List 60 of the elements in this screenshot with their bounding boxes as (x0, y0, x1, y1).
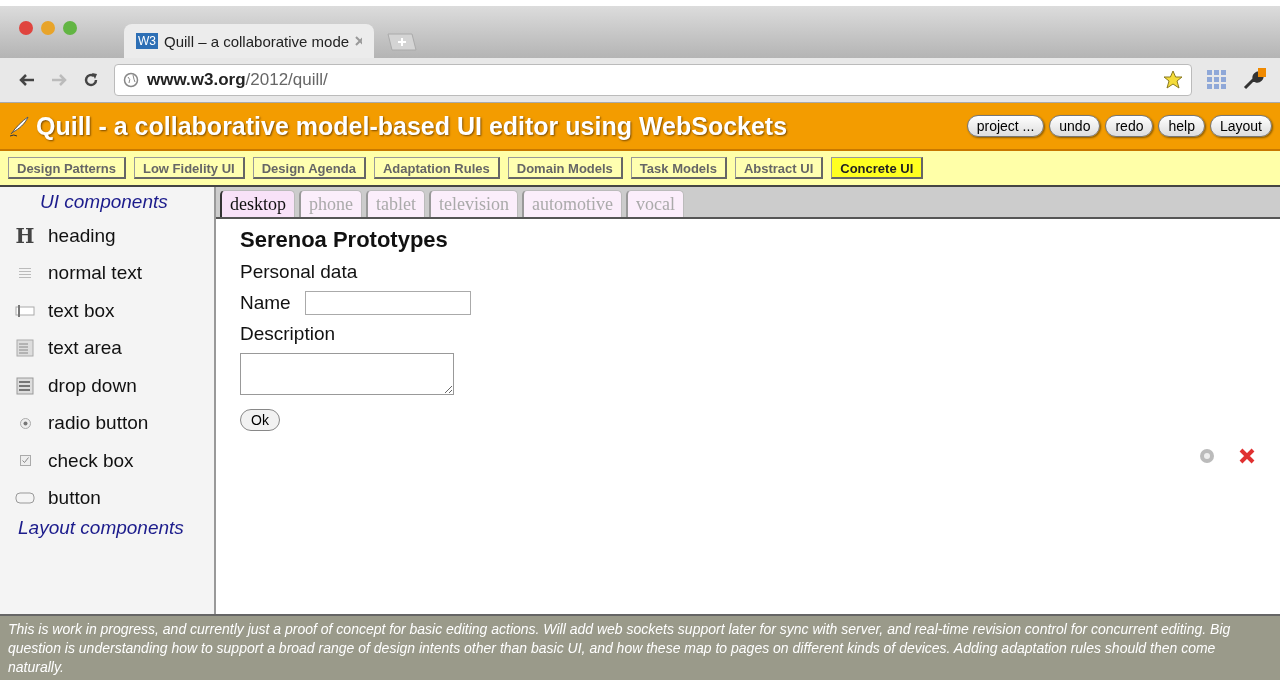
description-field[interactable] (240, 353, 454, 395)
gear-icon[interactable] (1198, 447, 1216, 465)
reload-icon[interactable] (82, 71, 100, 89)
prototype-heading: Serenoa Prototypes (240, 227, 448, 253)
text-box-icon (15, 303, 35, 318)
header-button[interactable]: help (1158, 115, 1205, 137)
nav-tab[interactable]: Concrete UI (831, 157, 924, 179)
checkbox-icon (19, 455, 31, 467)
component-item[interactable]: check box (48, 449, 134, 472)
address-bar[interactable]: www.w3.org/2012/quill/ (114, 64, 1192, 96)
component-item[interactable]: heading (48, 224, 116, 247)
component-item[interactable]: text box (48, 299, 115, 322)
nav-tab[interactable]: Design Agenda (252, 157, 366, 179)
nav-tab[interactable]: Domain Models (507, 157, 623, 179)
device-tab[interactable]: desktop (220, 190, 295, 217)
section-label: Personal data (240, 261, 358, 283)
header-button[interactable]: redo (1105, 115, 1154, 137)
name-field[interactable] (304, 291, 471, 315)
radio-icon (19, 417, 31, 429)
app-title: Quill - a collaborative model-based UI editor using WebSockets (36, 111, 789, 141)
component-item[interactable]: text area (48, 337, 122, 360)
tab-title: Quill – a collaborative mode (164, 32, 350, 50)
field-label: Name (240, 292, 291, 314)
sidebar-heading: UI components (39, 191, 169, 213)
field-label: Description (240, 323, 336, 345)
header-button[interactable]: project ... (966, 115, 1045, 137)
nav-tab[interactable]: Adaptation Rules (373, 157, 500, 179)
globe-icon (123, 72, 139, 88)
browser-tab[interactable]: W3 Quill – a collaborative mode (124, 24, 374, 58)
new-tab-icon[interactable] (384, 32, 418, 52)
drop-down-icon (16, 376, 34, 395)
text-area-icon (16, 339, 34, 358)
component-item[interactable]: normal text (48, 262, 142, 285)
heading-icon: H (15, 223, 35, 248)
favicon: W3 (136, 33, 158, 49)
close-window-icon[interactable] (18, 20, 34, 36)
minimize-window-icon[interactable] (40, 20, 56, 36)
quill-icon (8, 115, 30, 137)
component-item[interactable]: radio button (48, 412, 149, 435)
back-icon[interactable] (18, 72, 36, 88)
wrench-icon[interactable] (1242, 68, 1266, 92)
maximize-window-icon[interactable] (62, 20, 78, 36)
nav-tab[interactable]: Task Models (630, 157, 727, 179)
button-icon (15, 491, 35, 506)
apps-grid-icon[interactable] (1206, 69, 1228, 91)
ok-button[interactable]: Ok (240, 409, 280, 431)
forward-icon[interactable] (50, 72, 68, 88)
close-tab-icon[interactable] (355, 36, 362, 46)
star-icon[interactable] (1163, 70, 1183, 90)
nav-tab[interactable]: Abstract UI (734, 157, 824, 179)
sidebar-heading: Layout components (17, 517, 185, 539)
header-button[interactable]: Layout (1209, 115, 1272, 137)
header-button[interactable]: undo (1049, 115, 1101, 137)
nav-tab[interactable]: Design Patterns (8, 157, 126, 179)
nav-tab[interactable]: Low Fidelity UI (134, 157, 245, 179)
component-item[interactable]: button (48, 487, 101, 510)
delete-icon[interactable] (1238, 447, 1256, 465)
status-message: This is work in progress, and currently just a proof of concept for basic editing actions. Will add web sockets support later for sync with server, and real-time revision control for concurrent editing. Big question is understanding how to support a broad range of design intents other than basic UI, and how these map to pages on different kinds of devices. Adding adaptation rules should then come naturally. (0, 614, 1280, 680)
component-item[interactable]: drop down (48, 374, 137, 397)
lines-icon (19, 268, 31, 279)
